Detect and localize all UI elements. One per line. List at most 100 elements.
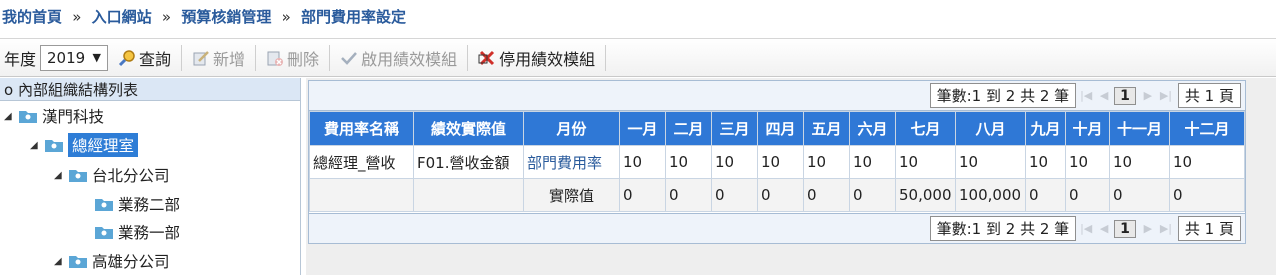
tree-node-label: 業務一部: [118, 224, 181, 242]
cell-month: 10: [803, 145, 850, 179]
cell-month: 0: [1065, 178, 1110, 212]
disable-module-button[interactable]: 停用績效模組: [468, 43, 605, 73]
breadcrumb-separator: »: [281, 8, 291, 26]
query-button[interactable]: 查詢: [108, 43, 181, 73]
column-header[interactable]: 四月: [757, 111, 804, 146]
cell-type-link[interactable]: 部門費用率: [523, 145, 620, 179]
year-select[interactable]: 2019 ▼: [40, 44, 109, 71]
next-page-icon[interactable]: ▶: [1140, 220, 1156, 238]
column-header[interactable]: 二月: [665, 111, 712, 146]
cell-metric: F01.營收金額: [413, 145, 524, 179]
content-panel: 筆數:1 到 2 共 2 筆 |◀ ◀ 1 ▶ ▶| 共 1 頁 費用率名稱 績…: [306, 78, 1276, 275]
last-page-icon[interactable]: ▶|: [1158, 87, 1174, 105]
breadcrumb-module[interactable]: 預算核銷管理: [181, 8, 271, 26]
cell-month: 10: [711, 145, 758, 179]
cell-name: 總經理_營收: [309, 145, 414, 179]
tree-node-ceo-office[interactable]: ◢ 總經理室: [30, 132, 139, 158]
folder-icon: [69, 170, 87, 182]
table-row[interactable]: 實際值 0 0 0 0 0 0 50,000 100,000 0 0 0 0: [309, 178, 1245, 212]
tree-node-kaohsiung[interactable]: ◢ 高雄分公司: [54, 248, 170, 274]
cell-month: 10: [1169, 145, 1245, 179]
cell-month: 10: [1065, 145, 1110, 179]
year-label: 年度: [4, 49, 37, 69]
cell-metric: [413, 178, 524, 212]
delete-button[interactable]: 刪除: [256, 43, 329, 73]
cell-month: 10: [1025, 145, 1066, 179]
cell-month: 10: [849, 145, 896, 179]
column-header[interactable]: 十二月: [1169, 111, 1245, 146]
column-header[interactable]: 一月: [619, 111, 666, 146]
cell-month: 50,000: [895, 178, 956, 212]
breadcrumb: 我的首頁 » 入口網站 » 預算核銷管理 » 部門費用率設定: [0, 0, 1276, 36]
total-pages: 共 1 頁: [1177, 83, 1241, 108]
tree-node-sales-1[interactable]: 業務一部: [94, 219, 180, 245]
last-page-icon[interactable]: ▶|: [1158, 220, 1174, 238]
column-header[interactable]: 六月: [849, 111, 896, 146]
enable-module-label: 啟用績效模組: [361, 49, 458, 69]
prev-page-icon[interactable]: ◀: [1096, 87, 1112, 105]
column-header[interactable]: 五月: [803, 111, 850, 146]
rate-table: 費用率名稱 績效實際值 月份 一月 二月 三月 四月 五月 六月 七月 八月 九…: [309, 111, 1245, 212]
page-number[interactable]: 1: [1114, 219, 1136, 238]
toolbar: 年度 2019 ▼ 查詢 新增 刪除 啟用績效模組 停用績效模組: [0, 38, 1276, 77]
org-tree-panel: o 內部組織結構列表 ◢ 漢門科技 ◢ 總經理室 ◢ 台北分公司 業務二部 業務…: [0, 78, 301, 275]
expand-arrow-icon[interactable]: ◢: [30, 140, 44, 151]
first-page-icon[interactable]: |◀: [1078, 87, 1094, 105]
bullet-icon: o: [4, 81, 14, 99]
column-header[interactable]: 十一月: [1109, 111, 1170, 146]
table-header-row: 費用率名稱 績效實際值 月份 一月 二月 三月 四月 五月 六月 七月 八月 九…: [309, 111, 1245, 146]
column-header[interactable]: 月份: [523, 111, 620, 146]
tree-node-label: 漢門科技: [42, 108, 105, 126]
record-summary: 筆數:1 到 2 共 2 筆: [929, 83, 1077, 108]
add-button[interactable]: 新增: [182, 43, 255, 73]
prev-page-icon[interactable]: ◀: [1096, 220, 1112, 238]
org-tree-title: 內部組織結構列表: [17, 81, 138, 99]
cell-month: 10: [955, 145, 1026, 179]
folder-icon: [95, 199, 113, 211]
enable-module-button[interactable]: 啟用績效模組: [330, 43, 467, 73]
cell-month: 0: [1109, 178, 1170, 212]
tree-node-taipei[interactable]: ◢ 台北分公司: [54, 162, 170, 188]
disable-module-label: 停用績效模組: [499, 49, 596, 69]
add-label: 新增: [213, 49, 246, 69]
year-value: 2019: [47, 48, 86, 67]
page-number[interactable]: 1: [1114, 86, 1136, 105]
breadcrumb-home[interactable]: 我的首頁: [2, 8, 62, 26]
cell-month: 0: [803, 178, 850, 212]
edit-icon: [192, 49, 210, 67]
column-header[interactable]: 十月: [1065, 111, 1110, 146]
check-icon: [340, 49, 358, 67]
delete-icon: [266, 49, 284, 67]
column-header[interactable]: 三月: [711, 111, 758, 146]
column-header[interactable]: 費用率名稱: [309, 111, 414, 146]
breadcrumb-portal[interactable]: 入口網站: [92, 8, 152, 26]
expand-arrow-icon[interactable]: ◢: [54, 170, 68, 181]
column-header[interactable]: 八月: [955, 111, 1026, 146]
cell-month: 100,000: [955, 178, 1026, 212]
cell-month: 10: [757, 145, 804, 179]
tree-node-sales-2[interactable]: 業務二部: [94, 191, 180, 217]
expand-arrow-icon[interactable]: ◢: [54, 256, 68, 267]
magnifier-icon: [118, 49, 136, 67]
expand-arrow-icon[interactable]: ◢: [4, 111, 18, 122]
toolbar-divider: [605, 44, 607, 71]
breadcrumb-separator: »: [161, 8, 172, 26]
cell-type: 實際值: [523, 178, 620, 212]
org-tree-header: o 內部組織結構列表: [0, 78, 300, 101]
tree-node-root[interactable]: ◢ 漢門科技: [4, 103, 104, 129]
record-summary: 筆數:1 到 2 共 2 筆: [929, 216, 1077, 241]
cell-name: [309, 178, 414, 212]
folder-icon: [69, 256, 87, 268]
tree-node-label: 總經理室: [68, 133, 139, 157]
first-page-icon[interactable]: |◀: [1078, 220, 1094, 238]
next-page-icon[interactable]: ▶: [1140, 87, 1156, 105]
cell-month: 0: [1169, 178, 1245, 212]
column-header[interactable]: 七月: [895, 111, 956, 146]
column-header[interactable]: 績效實際值: [413, 111, 524, 146]
cell-month: 0: [711, 178, 758, 212]
column-header[interactable]: 九月: [1025, 111, 1066, 146]
delete-label: 刪除: [287, 49, 320, 69]
table-row[interactable]: 總經理_營收 F01.營收金額 部門費用率 10 10 10 10 10 10 …: [309, 145, 1245, 179]
folder-icon: [19, 111, 37, 123]
query-label: 查詢: [139, 49, 172, 69]
